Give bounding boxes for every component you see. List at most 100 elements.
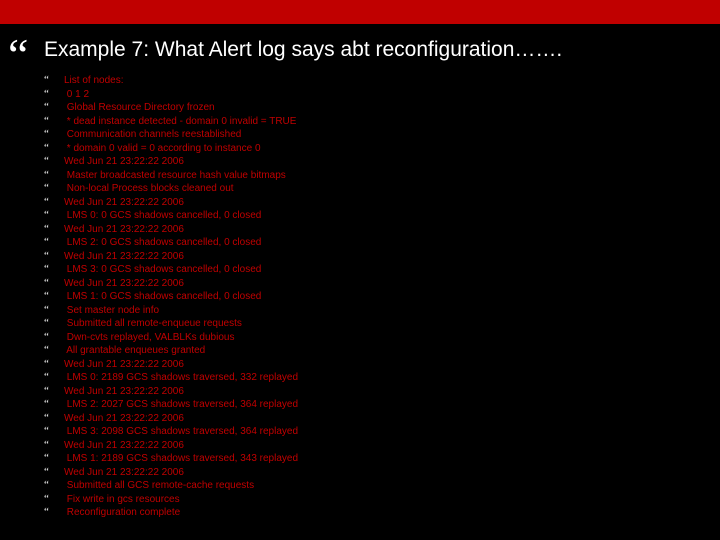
quote-icon: “ [8, 32, 28, 78]
bullet-quote-icon: “ [44, 128, 64, 141]
bullet-quote-icon: “ [44, 466, 64, 479]
log-text: Wed Jun 21 23:22:22 2006 [64, 277, 184, 290]
log-line: “Wed Jun 21 23:22:22 2006 [44, 250, 704, 263]
log-line: “ Fix write in gcs resources [44, 493, 704, 506]
log-text: Set master node info [64, 304, 159, 317]
log-line: “Wed Jun 21 23:22:22 2006 [44, 196, 704, 209]
log-line: “ Global Resource Directory frozen [44, 101, 704, 114]
log-text: Submitted all GCS remote-cache requests [64, 479, 254, 492]
log-line: “ Master broadcasted resource hash value… [44, 169, 704, 182]
bullet-quote-icon: “ [44, 506, 64, 519]
log-line: “ LMS 0: 2189 GCS shadows traversed, 332… [44, 371, 704, 384]
log-text: LMS 1: 0 GCS shadows cancelled, 0 closed [64, 290, 261, 303]
log-text: Wed Jun 21 23:22:22 2006 [64, 412, 184, 425]
bullet-quote-icon: “ [44, 479, 64, 492]
bullet-quote-icon: “ [44, 371, 64, 384]
log-text: Wed Jun 21 23:22:22 2006 [64, 250, 184, 263]
log-line: “Wed Jun 21 23:22:22 2006 [44, 439, 704, 452]
bullet-quote-icon: “ [44, 101, 64, 114]
bullet-quote-icon: “ [44, 385, 64, 398]
bullet-quote-icon: “ [44, 493, 64, 506]
log-text: LMS 2: 0 GCS shadows cancelled, 0 closed [64, 236, 261, 249]
log-text: Wed Jun 21 23:22:22 2006 [64, 223, 184, 236]
top-accent-bar [0, 0, 720, 24]
log-line: “Wed Jun 21 23:22:22 2006 [44, 412, 704, 425]
bullet-quote-icon: “ [44, 425, 64, 438]
log-line: “ LMS 3: 2098 GCS shadows traversed, 364… [44, 425, 704, 438]
bullet-quote-icon: “ [44, 88, 64, 101]
log-line: “List of nodes: [44, 74, 704, 87]
bullet-quote-icon: “ [44, 290, 64, 303]
bullet-quote-icon: “ [44, 263, 64, 276]
bullet-quote-icon: “ [44, 412, 64, 425]
log-line: “ Submitted all GCS remote-cache request… [44, 479, 704, 492]
log-line: “ LMS 0: 0 GCS shadows cancelled, 0 clos… [44, 209, 704, 222]
bullet-quote-icon: “ [44, 182, 64, 195]
log-line: “ All grantable enqueues granted [44, 344, 704, 357]
log-text: * dead instance detected - domain 0 inva… [64, 115, 296, 128]
log-text: Fix write in gcs resources [64, 493, 180, 506]
log-text: Reconfiguration complete [64, 506, 180, 519]
log-text: LMS 3: 2098 GCS shadows traversed, 364 r… [64, 425, 298, 438]
bullet-quote-icon: “ [44, 277, 64, 290]
log-line: “Wed Jun 21 23:22:22 2006 [44, 466, 704, 479]
slide-content: “ Example 7: What Alert log says abt rec… [0, 24, 720, 536]
log-line: “Wed Jun 21 23:22:22 2006 [44, 385, 704, 398]
log-text: LMS 0: 2189 GCS shadows traversed, 332 r… [64, 371, 298, 384]
bullet-quote-icon: “ [44, 142, 64, 155]
bullet-quote-icon: “ [44, 236, 64, 249]
log-line: “ Communication channels reestablished [44, 128, 704, 141]
log-line: “Wed Jun 21 23:22:22 2006 [44, 358, 704, 371]
log-line: “ LMS 1: 0 GCS shadows cancelled, 0 clos… [44, 290, 704, 303]
log-text: Wed Jun 21 23:22:22 2006 [64, 358, 184, 371]
log-line: “Wed Jun 21 23:22:22 2006 [44, 223, 704, 236]
log-text: Wed Jun 21 23:22:22 2006 [64, 466, 184, 479]
log-text: Dwn-cvts replayed, VALBLKs dubious [64, 331, 234, 344]
log-text: Master broadcasted resource hash value b… [64, 169, 286, 182]
log-line: “ 0 1 2 [44, 88, 704, 101]
log-line: “ LMS 1: 2189 GCS shadows traversed, 343… [44, 452, 704, 465]
bullet-quote-icon: “ [44, 155, 64, 168]
log-line: “Wed Jun 21 23:22:22 2006 [44, 277, 704, 290]
log-line: “ Submitted all remote-enqueue requests [44, 317, 704, 330]
bullet-quote-icon: “ [44, 317, 64, 330]
bullet-quote-icon: “ [44, 398, 64, 411]
log-text: Wed Jun 21 23:22:22 2006 [64, 439, 184, 452]
log-text: List of nodes: [64, 74, 123, 87]
bullet-quote-icon: “ [44, 452, 64, 465]
log-text: Non-local Process blocks cleaned out [64, 182, 234, 195]
log-text: Wed Jun 21 23:22:22 2006 [64, 385, 184, 398]
bullet-quote-icon: “ [44, 358, 64, 371]
log-line: “ * dead instance detected - domain 0 in… [44, 115, 704, 128]
log-line: “ Set master node info [44, 304, 704, 317]
log-text: * domain 0 valid = 0 according to instan… [64, 142, 261, 155]
log-text: LMS 2: 2027 GCS shadows traversed, 364 r… [64, 398, 298, 411]
log-text: Wed Jun 21 23:22:22 2006 [64, 196, 184, 209]
bullet-quote-icon: “ [44, 344, 64, 357]
log-text: LMS 3: 0 GCS shadows cancelled, 0 closed [64, 263, 261, 276]
log-text: Wed Jun 21 23:22:22 2006 [64, 155, 184, 168]
log-text: Global Resource Directory frozen [64, 101, 215, 114]
alert-log: “List of nodes:“ 0 1 2“ Global Resource … [44, 74, 704, 519]
log-line: “ Non-local Process blocks cleaned out [44, 182, 704, 195]
bullet-quote-icon: “ [44, 439, 64, 452]
bullet-quote-icon: “ [44, 196, 64, 209]
bullet-quote-icon: “ [44, 304, 64, 317]
log-line: “ LMS 3: 0 GCS shadows cancelled, 0 clos… [44, 263, 704, 276]
log-text: Submitted all remote-enqueue requests [64, 317, 242, 330]
log-line: “ Reconfiguration complete [44, 506, 704, 519]
log-line: “ LMS 2: 2027 GCS shadows traversed, 364… [44, 398, 704, 411]
log-line: “ LMS 2: 0 GCS shadows cancelled, 0 clos… [44, 236, 704, 249]
log-text: LMS 1: 2189 GCS shadows traversed, 343 r… [64, 452, 298, 465]
log-text: 0 1 2 [64, 88, 89, 101]
log-line: “Wed Jun 21 23:22:22 2006 [44, 155, 704, 168]
bullet-quote-icon: “ [44, 169, 64, 182]
bullet-quote-icon: “ [44, 331, 64, 344]
log-line: “ Dwn-cvts replayed, VALBLKs dubious [44, 331, 704, 344]
log-text: LMS 0: 0 GCS shadows cancelled, 0 closed [64, 209, 261, 222]
bullet-quote-icon: “ [44, 74, 64, 87]
log-text: Communication channels reestablished [64, 128, 241, 141]
log-text: All grantable enqueues granted [64, 344, 205, 357]
bullet-quote-icon: “ [44, 250, 64, 263]
page-title: Example 7: What Alert log says abt recon… [44, 38, 704, 62]
